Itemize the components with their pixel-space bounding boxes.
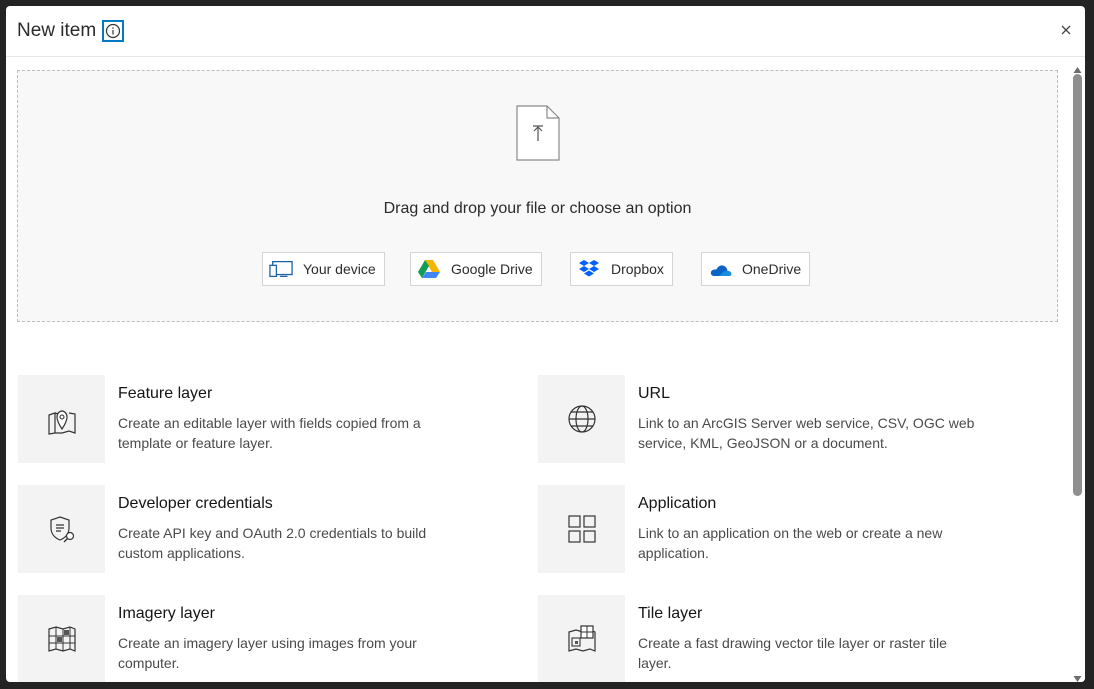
tile-layer-option[interactable]: Tile layer Create a fast drawing vector …	[538, 595, 1038, 682]
dropbox-icon	[577, 259, 601, 279]
imagery-icon	[18, 595, 105, 682]
scroll-up-arrow-icon[interactable]	[1073, 61, 1082, 73]
scroll-down-arrow-icon[interactable]	[1073, 670, 1082, 682]
tile-layer-title: Tile layer	[638, 605, 703, 622]
scrollbar-thumb[interactable]	[1073, 74, 1082, 496]
application-title: Application	[638, 495, 717, 512]
vertical-scrollbar[interactable]	[1070, 58, 1085, 682]
url-title: URL	[638, 385, 671, 402]
new-item-dialog: New item Drag and drop your file or choo…	[6, 6, 1085, 682]
close-icon[interactable]	[1057, 21, 1075, 39]
dialog-title: New item	[17, 20, 97, 41]
dialog-header: New item	[6, 6, 1085, 57]
url-description: Link to an ArcGIS Server web service, CS…	[638, 415, 975, 451]
your-device-label: Your device	[303, 261, 376, 277]
onedrive-icon	[708, 259, 732, 279]
developer-credentials-option[interactable]: Developer credentials Create API key and…	[18, 485, 518, 573]
globe-icon	[538, 375, 625, 463]
url-option[interactable]: URL Link to an ArcGIS Server web service…	[538, 375, 1038, 463]
application-description: Link to an application on the web or cre…	[638, 525, 943, 561]
imagery-layer-option[interactable]: Imagery layer Create an imagery layer us…	[18, 595, 518, 682]
feature-layer-title: Feature layer	[118, 385, 213, 402]
device-icon	[269, 259, 293, 279]
imagery-layer-title: Imagery layer	[118, 605, 215, 622]
onedrive-button[interactable]: OneDrive	[701, 252, 811, 286]
file-dropzone[interactable]: Drag and drop your file or choose an opt…	[17, 70, 1058, 322]
credentials-icon	[18, 485, 105, 573]
grid-icon	[538, 485, 625, 573]
google-drive-icon	[417, 259, 441, 279]
developer-credentials-description: Create API key and OAuth 2.0 credentials…	[118, 525, 427, 561]
imagery-layer-description: Create an imagery layer using images fro…	[118, 635, 417, 671]
dialog-body: Drag and drop your file or choose an opt…	[6, 58, 1070, 682]
onedrive-label: OneDrive	[742, 261, 802, 277]
application-option[interactable]: Application Link to an application on th…	[538, 485, 1038, 573]
tile-layer-icon	[538, 595, 625, 682]
dropbox-label: Dropbox	[611, 261, 664, 277]
feature-layer-description: Create an editable layer with fields cop…	[118, 415, 421, 451]
map-pin-icon	[18, 375, 105, 463]
tile-layer-description: Create a fast drawing vector tile layer …	[638, 635, 947, 671]
feature-layer-option[interactable]: Feature layer Create an editable layer w…	[18, 375, 518, 463]
file-upload-icon	[516, 105, 560, 166]
google-drive-label: Google Drive	[451, 261, 533, 277]
info-icon[interactable]	[102, 20, 124, 42]
dropzone-prompt: Drag and drop your file or choose an opt…	[383, 200, 692, 217]
your-device-button[interactable]: Your device	[262, 252, 385, 286]
dropbox-button[interactable]: Dropbox	[570, 252, 673, 286]
developer-credentials-title: Developer credentials	[118, 495, 273, 512]
google-drive-button[interactable]: Google Drive	[410, 252, 542, 286]
